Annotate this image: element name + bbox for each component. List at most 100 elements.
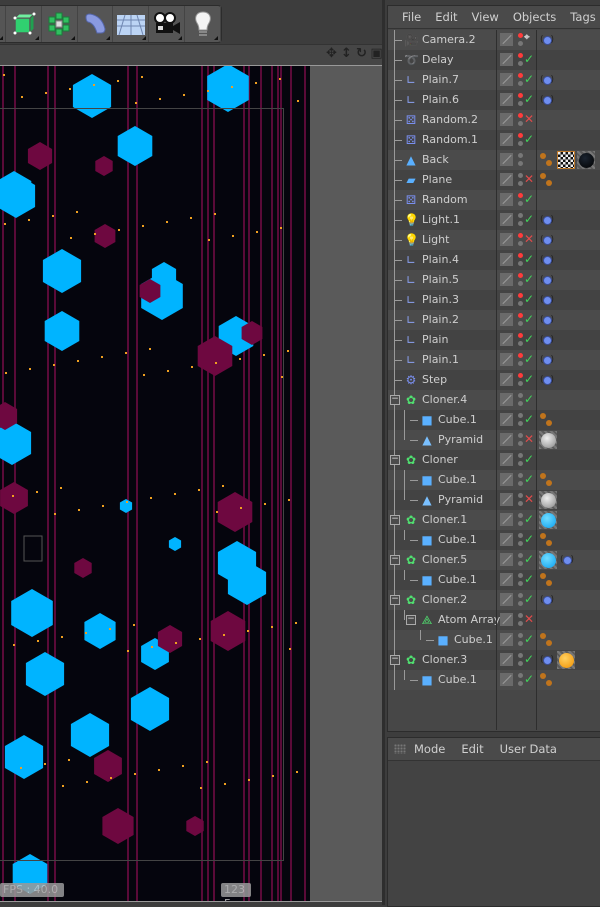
menu-tags[interactable]: Tags — [570, 10, 595, 24]
cloner-tool[interactable] — [42, 6, 78, 42]
camera-target-icon[interactable]: ⌖ — [524, 32, 530, 43]
vibrate-tag-icon[interactable]: () — [539, 74, 555, 86]
object-name[interactable]: Pyramid — [438, 433, 483, 446]
object-row[interactable]: ∟ Plain.2 ✓ () — [388, 310, 600, 330]
light-tool[interactable] — [185, 6, 221, 42]
object-name[interactable]: Plain.4 — [422, 253, 459, 266]
object-row[interactable]: ⚄ Random.1 ✓ — [388, 130, 600, 150]
object-name[interactable]: Cube.1 — [438, 413, 477, 426]
object-row[interactable]: ➰ Delay ✓ — [388, 50, 600, 70]
render-visibility-dot[interactable] — [518, 541, 523, 546]
editor-visibility-dot[interactable] — [518, 493, 523, 498]
object-name[interactable]: Plain.7 — [422, 73, 459, 86]
enabled-check-icon[interactable]: ✓ — [524, 672, 534, 686]
editor-visibility-dot[interactable] — [518, 373, 523, 378]
bend-deformer-tool[interactable] — [78, 6, 114, 42]
enabled-check-icon[interactable]: ✓ — [524, 652, 534, 666]
object-row[interactable]: ▰ Plane ✕ — [388, 170, 600, 190]
render-visibility-dot[interactable] — [518, 501, 523, 506]
object-name[interactable]: Delay — [422, 53, 454, 66]
render-visibility-dot[interactable] — [518, 201, 523, 206]
editor-visibility-dot[interactable] — [518, 393, 523, 398]
texture-tag-icon[interactable] — [557, 151, 575, 169]
object-name[interactable]: Plain.2 — [422, 313, 459, 326]
object-name[interactable]: Plain.1 — [422, 353, 459, 366]
render-visibility-dot[interactable] — [518, 361, 523, 366]
editor-visibility-dot[interactable] — [518, 33, 523, 38]
render-visibility-dot[interactable] — [518, 561, 523, 566]
layer-toggle[interactable] — [500, 93, 513, 106]
vibrate-tag-icon[interactable]: () — [539, 374, 555, 386]
object-row[interactable]: ▲ Pyramid ✕ — [388, 490, 600, 510]
expand-toggle[interactable]: − — [390, 515, 400, 525]
expand-toggle[interactable]: − — [406, 615, 416, 625]
layer-toggle[interactable] — [500, 253, 513, 266]
layer-toggle[interactable] — [500, 513, 513, 526]
camera-tool[interactable] — [149, 6, 186, 42]
layer-toggle[interactable] — [500, 453, 513, 466]
editor-visibility-dot[interactable] — [518, 613, 523, 618]
layer-toggle[interactable] — [500, 593, 513, 606]
editor-visibility-dot[interactable] — [518, 133, 523, 138]
object-name[interactable]: Atom Array — [438, 613, 500, 626]
menu-edit[interactable]: Edit — [461, 742, 483, 756]
layer-toggle[interactable] — [500, 573, 513, 586]
enabled-check-icon[interactable]: ✓ — [524, 212, 534, 226]
panel-grip-icon[interactable] — [394, 744, 406, 754]
layer-toggle[interactable] — [500, 113, 513, 126]
render-visibility-dot[interactable] — [518, 301, 523, 306]
enabled-check-icon[interactable]: ✓ — [524, 512, 534, 526]
render-visibility-dot[interactable] — [518, 641, 523, 646]
render-visibility-dot[interactable] — [518, 441, 523, 446]
layer-toggle[interactable] — [500, 53, 513, 66]
material-tag-icon[interactable] — [539, 491, 557, 509]
enabled-check-icon[interactable]: ✓ — [524, 92, 534, 106]
vibrate-tag-icon[interactable]: () — [539, 294, 555, 306]
object-name[interactable]: Random — [422, 193, 468, 206]
layer-toggle[interactable] — [500, 353, 513, 366]
layer-toggle[interactable] — [500, 673, 513, 686]
object-name[interactable]: Plain.3 — [422, 293, 459, 306]
column-divider[interactable] — [536, 30, 537, 730]
render-visibility-dot[interactable] — [518, 621, 523, 626]
enabled-check-icon[interactable]: ✓ — [524, 412, 534, 426]
object-name[interactable]: Plane — [422, 173, 452, 186]
expand-toggle[interactable]: − — [390, 655, 400, 665]
render-visibility-dot[interactable] — [518, 461, 523, 466]
enabled-check-icon[interactable]: ✓ — [524, 632, 534, 646]
enabled-check-icon[interactable]: ✓ — [524, 552, 534, 566]
move-view-icon[interactable]: ✥ — [325, 47, 338, 61]
material-tag-icon[interactable] — [577, 151, 595, 169]
render-visibility-dot[interactable] — [518, 601, 523, 606]
enabled-check-icon[interactable]: ✓ — [524, 72, 534, 86]
enabled-check-icon[interactable]: ✓ — [524, 132, 534, 146]
object-row[interactable]: ∟ Plain.1 ✓ () — [388, 350, 600, 370]
editor-visibility-dot[interactable] — [518, 93, 523, 98]
enabled-check-icon[interactable]: ✓ — [524, 252, 534, 266]
material-tag-icon[interactable] — [557, 651, 575, 669]
editor-visibility-dot[interactable] — [518, 113, 523, 118]
object-row[interactable]: ▲ Pyramid ✕ — [388, 430, 600, 450]
object-name[interactable]: Cloner.4 — [422, 393, 467, 406]
menu-mode[interactable]: Mode — [414, 742, 445, 756]
enabled-check-icon[interactable]: ✓ — [524, 472, 534, 486]
editor-visibility-dot[interactable] — [518, 533, 523, 538]
object-row[interactable]: ■ Cube.1 ✓ — [388, 530, 600, 550]
expand-toggle[interactable]: − — [390, 595, 400, 605]
render-visibility-dot[interactable] — [518, 421, 523, 426]
editor-visibility-dot[interactable] — [518, 453, 523, 458]
render-visibility-dot[interactable] — [518, 161, 523, 166]
enabled-check-icon[interactable]: ✓ — [524, 272, 534, 286]
layer-toggle[interactable] — [500, 433, 513, 446]
object-name[interactable]: Light — [422, 233, 449, 246]
render-visibility-dot[interactable] — [518, 341, 523, 346]
layer-toggle[interactable] — [500, 293, 513, 306]
object-name[interactable]: Random.1 — [422, 133, 478, 146]
render-visibility-dot[interactable] — [518, 81, 523, 86]
enabled-check-icon[interactable]: ✓ — [524, 332, 534, 346]
editor-visibility-dot[interactable] — [518, 633, 523, 638]
menu-user-data[interactable]: User Data — [500, 742, 557, 756]
layer-toggle[interactable] — [500, 373, 513, 386]
editor-visibility-dot[interactable] — [518, 593, 523, 598]
object-name[interactable]: Cube.1 — [438, 573, 477, 586]
